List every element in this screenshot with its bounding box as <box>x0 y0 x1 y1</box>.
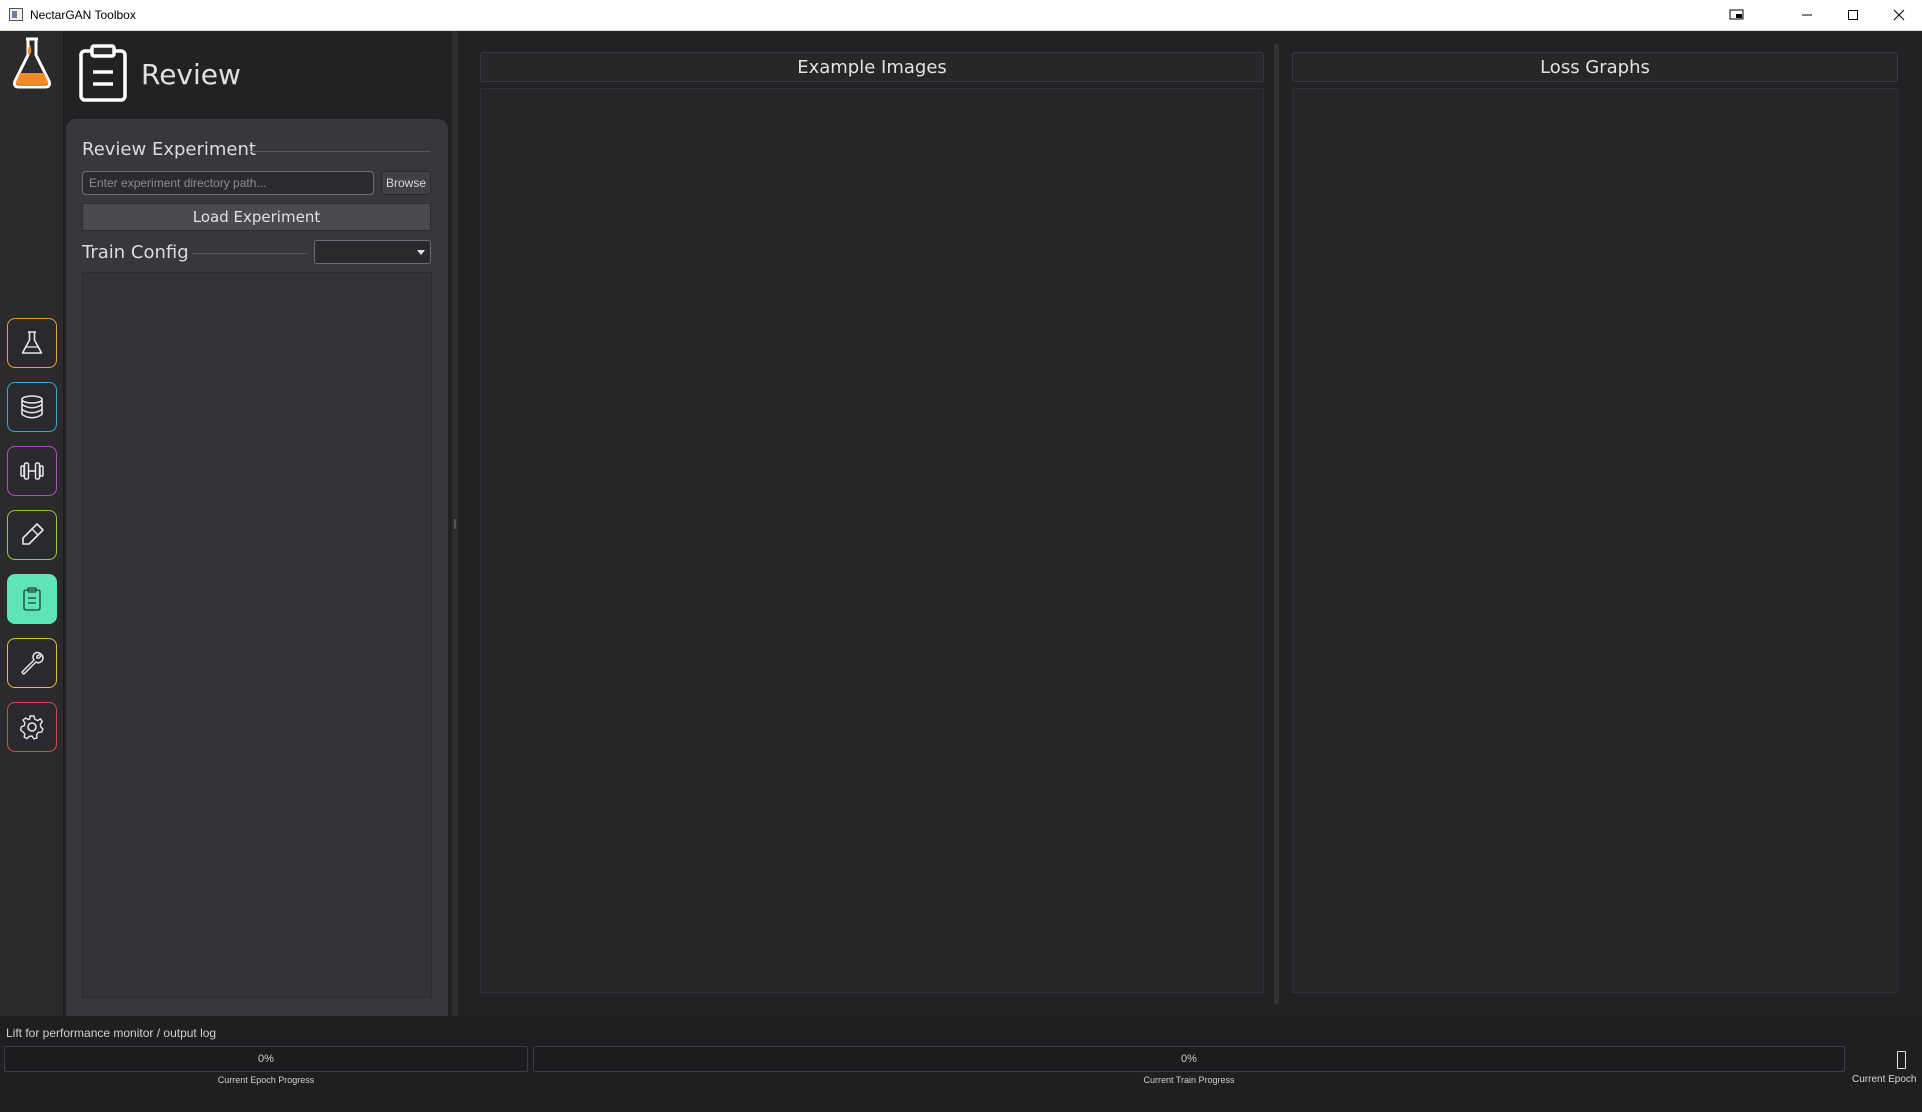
train-progress-bar: 0% <box>533 1046 1845 1072</box>
nav-training-button[interactable] <box>7 446 57 496</box>
train-config-viewer[interactable] <box>82 272 432 998</box>
epoch-progress-label: Current Epoch Progress <box>217 1075 315 1085</box>
app-logo-flask-icon <box>13 37 51 89</box>
current-epoch-label: Current Epoch <box>1852 1074 1917 1085</box>
nav-rail <box>0 31 64 1016</box>
loss-graphs-area <box>1292 88 1898 993</box>
load-experiment-button[interactable]: Load Experiment <box>82 203 431 231</box>
train-progress-text: 0% <box>1181 1053 1197 1065</box>
page-title: Review <box>141 58 241 91</box>
app-window: NectarGAN Toolbox Review Review Experime… <box>0 0 1922 1112</box>
minimize-button[interactable] <box>1784 0 1830 30</box>
page-clipboard-icon <box>79 44 127 102</box>
nav-experiment-button[interactable] <box>7 318 57 368</box>
database-icon <box>21 395 43 419</box>
minimize-icon <box>1802 14 1812 16</box>
review-experiment-title: Review Experiment <box>82 139 256 160</box>
nav-utilities-button[interactable] <box>7 638 57 688</box>
wrench-icon <box>21 651 44 675</box>
panel-splitter-handle[interactable] <box>452 31 458 1016</box>
maximize-icon <box>1848 10 1858 20</box>
current-epoch-indicator <box>1897 1051 1906 1069</box>
train-config-title: Train Config <box>82 242 189 263</box>
example-images-area <box>480 88 1264 993</box>
cast-button[interactable] <box>1714 0 1760 30</box>
log-drawer-hint: Lift for performance monitor / output lo… <box>6 1026 217 1040</box>
nav-dataset-button[interactable] <box>7 382 57 432</box>
train-config-divider <box>192 253 308 254</box>
nav-review-button[interactable] <box>7 574 57 624</box>
nav-test-button[interactable] <box>7 510 57 560</box>
app-icon <box>9 8 23 21</box>
browse-button[interactable]: Browse <box>381 171 431 195</box>
maximize-button[interactable] <box>1830 0 1876 30</box>
experiment-path-input[interactable] <box>82 171 374 195</box>
title-bar: NectarGAN Toolbox <box>0 0 1922 31</box>
panel-divider <box>1274 44 1279 1004</box>
loss-graphs-header: Loss Graphs <box>1292 52 1898 82</box>
flask-icon <box>21 331 43 354</box>
example-images-header: Example Images <box>480 52 1264 82</box>
chevron-down-icon <box>417 250 425 255</box>
epoch-progress-text: 0% <box>258 1053 274 1065</box>
close-button[interactable] <box>1876 0 1922 30</box>
dumbbell-icon <box>20 462 44 480</box>
nav-settings-button[interactable] <box>7 702 57 752</box>
review-section-divider <box>250 151 430 152</box>
epoch-progress-bar: 0% <box>4 1046 528 1072</box>
gear-icon <box>19 715 44 740</box>
window-title: NectarGAN Toolbox <box>30 8 136 22</box>
clipboard-icon <box>23 587 41 611</box>
train-config-dropdown[interactable] <box>314 240 431 264</box>
train-progress-label: Current Train Progress <box>1143 1075 1235 1085</box>
cast-icon <box>1729 9 1744 20</box>
eraser-icon <box>22 523 44 545</box>
close-icon <box>1893 9 1905 21</box>
